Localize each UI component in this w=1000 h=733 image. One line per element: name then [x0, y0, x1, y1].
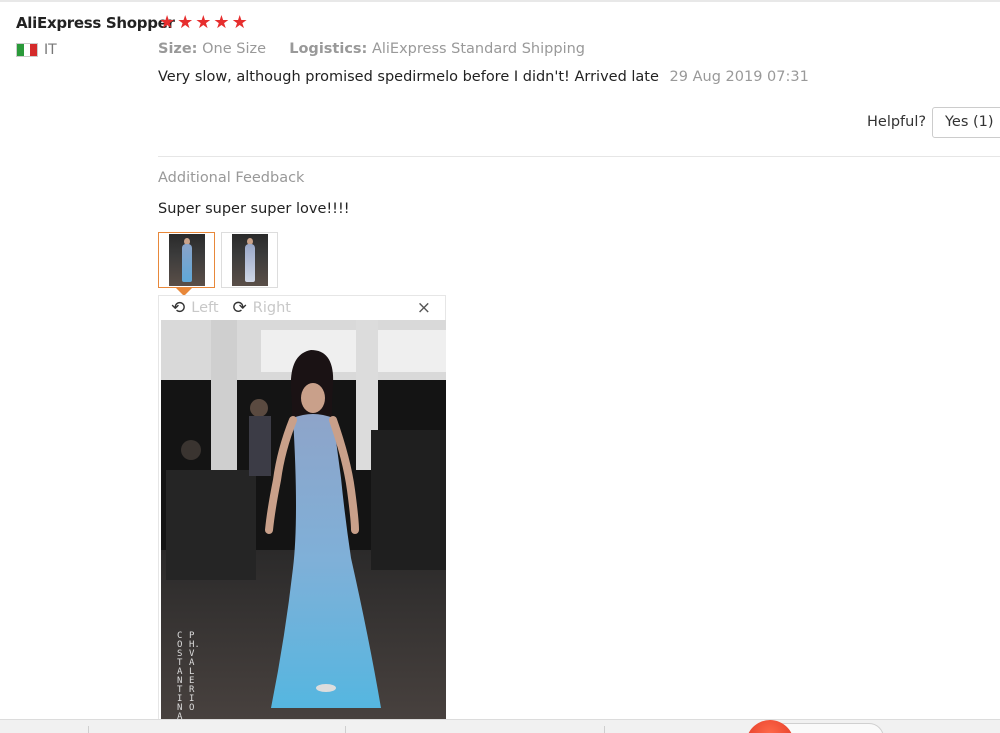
top-divider	[0, 0, 1000, 2]
reviewer-name: AliExpress Shopper	[16, 14, 175, 32]
toolbar-separator	[88, 726, 89, 733]
feedback-divider	[158, 156, 1000, 157]
photo-watermark-left: COSTANTINA	[177, 631, 183, 722]
star-icon: ★	[159, 12, 176, 33]
review-photo: COSTANTINA PH.VALERIO	[161, 320, 446, 733]
italy-flag-icon	[16, 43, 38, 57]
star-icon: ★	[231, 12, 248, 33]
rating-stars: ★ ★ ★ ★ ★	[159, 12, 248, 34]
logistics-value: AliExpress Standard Shipping	[371, 41, 585, 57]
star-icon: ★	[177, 12, 194, 33]
review-text: Very slow, although promised spedirmelo …	[158, 69, 659, 85]
photo-viewer: ⟲ Left ⟳ Right × COSTANTINA PH.VALERIO	[158, 295, 446, 733]
country-code: IT	[44, 42, 57, 58]
size-value: One Size	[202, 41, 267, 57]
review-date: 29 Aug 2019 07:31	[669, 69, 809, 85]
thumbnail-image	[231, 234, 268, 286]
additional-feedback-text: Super super super love!!!!	[158, 201, 350, 217]
toolbar-separator	[345, 726, 346, 733]
additional-feedback-title: Additional Feedback	[158, 170, 305, 186]
star-icon: ★	[195, 12, 212, 33]
helpful-label: Helpful?	[867, 114, 927, 130]
star-icon: ★	[213, 12, 230, 33]
review-body: Very slow, although promised spedirmelo …	[158, 69, 809, 85]
viewer-toolbar: ⟲ Left ⟳ Right ×	[159, 296, 445, 320]
rotate-left-icon: ⟲	[171, 297, 186, 318]
helpful-yes-button[interactable]: Yes (1)	[932, 107, 1000, 138]
rotate-left-label: Left	[191, 300, 219, 316]
photo-thumbnail-1[interactable]	[158, 232, 215, 288]
size-label: Size:	[158, 41, 198, 57]
thumbnail-image	[168, 234, 205, 286]
photo-thumbnail-2[interactable]	[221, 232, 278, 288]
rotate-right-icon: ⟳	[232, 297, 247, 318]
reviewer-country: IT	[16, 42, 57, 58]
logistics-label: Logistics:	[289, 41, 368, 57]
rotate-left-button[interactable]: ⟲ Left	[171, 297, 219, 318]
rotate-right-label: Right	[252, 300, 291, 316]
order-info: Size: One Size Logistics: AliExpress Sta…	[158, 41, 585, 57]
rotate-right-button[interactable]: ⟳ Right	[232, 297, 291, 318]
close-icon[interactable]: ×	[417, 298, 431, 318]
toolbar-separator	[604, 726, 605, 733]
photo-watermark-right: PH.VALERIO	[189, 631, 200, 713]
